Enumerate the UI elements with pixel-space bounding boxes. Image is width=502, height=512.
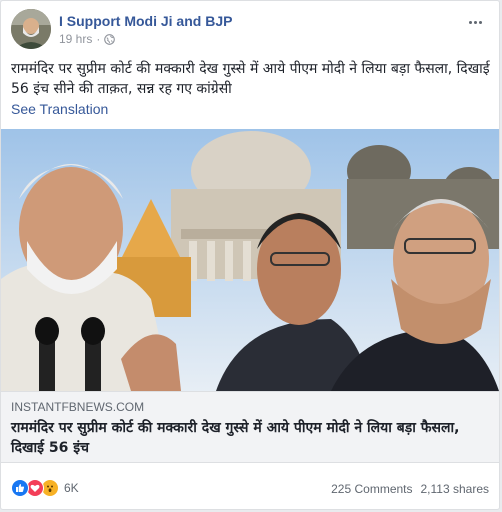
link-preview-image[interactable] — [1, 129, 499, 391]
link-title[interactable]: राममंदिर पर सुप्रीम कोर्ट की मक्कारी देख… — [11, 418, 489, 458]
shares-count-link[interactable]: 2,113 shares — [421, 482, 490, 496]
link-domain: INSTANTFBNEWS.COM — [11, 400, 145, 414]
comments-count-link[interactable]: 225 Comments — [331, 482, 412, 496]
post-timestamp[interactable]: 19 hrs — [59, 32, 92, 46]
globe-icon[interactable] — [104, 33, 116, 45]
see-translation-link[interactable]: See Translation — [11, 101, 108, 117]
page-name-link[interactable]: I Support Modi Ji and BJP — [59, 13, 232, 29]
reactions-summary[interactable]: 6K — [11, 479, 79, 497]
meta-separator: · — [96, 32, 101, 46]
post-text: राममंदिर पर सुप्रीम कोर्ट की मक्कारी देख… — [11, 61, 490, 97]
engagement-stats: 225 Comments 2,113 shares — [331, 482, 489, 496]
post-meta: 19 hrs · — [59, 32, 116, 46]
like-icon — [11, 479, 29, 497]
post-footer: 6K 225 Comments 2,113 shares — [11, 477, 489, 503]
more-options-icon[interactable] — [465, 15, 485, 29]
post-header: I Support Modi Ji and BJP 19 hrs · — [11, 9, 489, 51]
page-avatar[interactable] — [11, 9, 51, 49]
link-preview-box[interactable]: INSTANTFBNEWS.COM राममंदिर पर सुप्रीम को… — [1, 391, 499, 463]
reaction-count[interactable]: 6K — [64, 481, 79, 495]
post-card: I Support Modi Ji and BJP 19 hrs · राममं… — [0, 0, 500, 510]
